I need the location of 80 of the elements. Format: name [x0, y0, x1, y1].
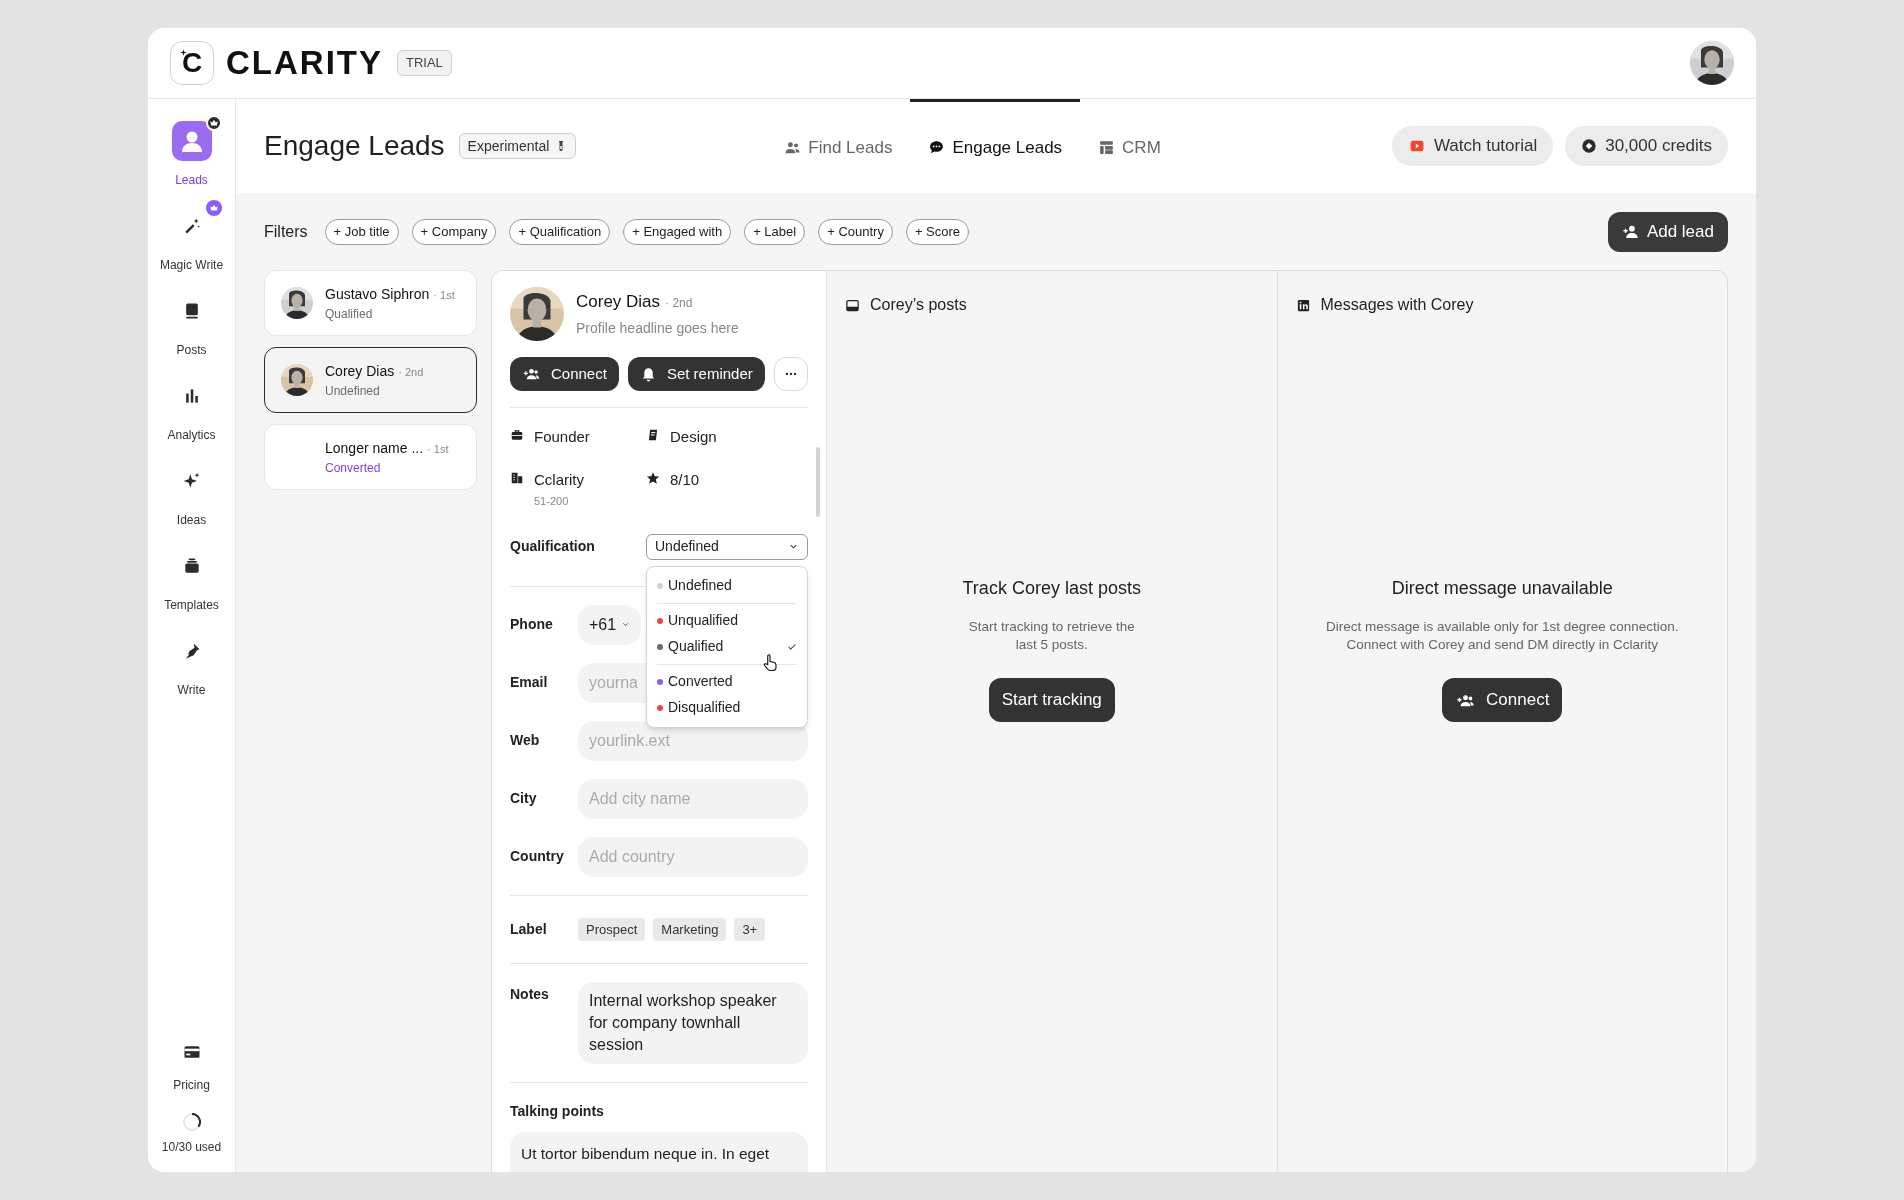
credits-button[interactable]: 30,000 credits: [1565, 126, 1728, 166]
connection-degree: · 1st: [427, 441, 449, 457]
sidebar-item[interactable]: Posts: [149, 285, 234, 370]
nav-tab[interactable]: Find Leads: [766, 99, 911, 193]
filter-chip[interactable]: + Job title: [324, 218, 399, 245]
page-title: Engage Leads: [264, 129, 445, 163]
filter-chip[interactable]: + Company: [411, 218, 497, 245]
lead-card[interactable]: Corey Dias · 2nd Undefined: [264, 347, 477, 413]
usage-text: 10/30 used: [161, 1139, 222, 1156]
lead-card[interactable]: Longer name ... · 1st Converted: [264, 424, 477, 490]
reminder-button[interactable]: Set reminder: [627, 357, 765, 391]
start-tracking-button[interactable]: Start tracking: [988, 678, 1115, 722]
field-label: Web: [510, 731, 541, 750]
field-label: Phone: [510, 615, 554, 634]
field-label: City: [510, 789, 538, 808]
profile-headline: Profile headline goes here: [576, 319, 739, 339]
label-tag: 3+: [734, 917, 766, 941]
connection-degree: · 1st: [433, 287, 455, 303]
field-label: Email: [510, 673, 549, 692]
dropdown-option[interactable]: Disqualified: [657, 694, 797, 721]
profile-name: Corey Dias: [576, 290, 661, 313]
empty-state-title: Track Corey last posts: [962, 577, 1141, 600]
field-label: Qualification: [510, 537, 595, 556]
field-label: Country: [510, 847, 565, 866]
sidebar-item[interactable]: Ideas: [149, 455, 234, 540]
experimental-tag: Experimental: [458, 133, 577, 159]
section-label: Talking points: [510, 1102, 605, 1121]
sidebar-item[interactable]: Leads: [149, 115, 234, 200]
filters-label: Filters: [264, 221, 308, 242]
lead-status: Qualified: [325, 305, 374, 323]
nav-tab[interactable]: CRM: [1080, 99, 1179, 193]
country-code-select[interactable]: +61: [578, 604, 642, 645]
dropdown-option[interactable]: Qualified: [657, 633, 797, 660]
connection-degree: · 2nd: [398, 364, 424, 380]
profile-fact: Cclarity: [534, 469, 584, 490]
pricing-link[interactable]: Pricing: [173, 1042, 210, 1094]
label-tag: Prospect: [578, 917, 646, 941]
connect-button[interactable]: Connect: [1442, 678, 1563, 722]
lead-name: Gustavo Siphron: [325, 284, 430, 304]
dropdown-option[interactable]: Unqualified: [657, 607, 797, 634]
lead-name: Corey Dias: [325, 361, 395, 381]
panel-title: Messages with Corey: [1320, 295, 1474, 315]
empty-state-text: Start tracking to retrieve the last 5 posts.: [967, 618, 1136, 654]
logo-text: CLARITY: [226, 43, 383, 84]
filter-chip[interactable]: + Score: [905, 218, 970, 245]
talking-points-box[interactable]: Ut tortor bibendum neque in. In eget: [510, 1132, 808, 1172]
field-label: Label: [510, 919, 548, 939]
lead-card[interactable]: Gustavo Siphron · 1st Qualified: [264, 270, 477, 336]
profile-fact: Design: [670, 427, 717, 447]
lead-status: Converted: [325, 459, 382, 477]
connection-degree: · 2nd: [665, 294, 693, 312]
input-field[interactable]: Add country: [578, 836, 808, 877]
empty-state-text: Direct message is available only for 1st degree connection. Connect with Corey and send DM directly in Cclarity: [1324, 618, 1680, 654]
tutorial-button[interactable]: Watch tutorial: [1391, 126, 1554, 166]
plan-badge: TRIAL: [397, 50, 452, 76]
add-lead-button[interactable]: Add lead: [1607, 211, 1728, 252]
dropdown-option[interactable]: Converted: [657, 668, 797, 695]
sidebar-item[interactable]: Templates: [149, 540, 234, 625]
company-size: 51-200: [534, 494, 570, 509]
qualification-select[interactable]: Undefined: [646, 533, 808, 560]
lead-name: Longer name ...: [325, 438, 424, 458]
empty-state-title: Direct message unavailable: [1391, 577, 1613, 600]
panel-title: Corey’s posts: [870, 295, 967, 315]
filter-chip[interactable]: + Engaged with: [623, 218, 732, 245]
dropdown-option[interactable]: Undefined: [657, 572, 797, 599]
filter-chip[interactable]: + Country: [818, 218, 893, 245]
label-tag: Marketing: [653, 917, 727, 941]
field-label: Notes: [510, 985, 550, 1004]
profile-fact: 8/10: [670, 469, 700, 490]
logo-mark: C: [170, 41, 214, 85]
sidebar-item[interactable]: Write: [149, 625, 234, 710]
lead-status: Undefined: [325, 382, 381, 400]
profile-fact: Founder: [534, 427, 590, 447]
sidebar-item[interactable]: Analytics: [149, 370, 234, 455]
input-field[interactable]: Add city name: [578, 778, 808, 819]
connect-button[interactable]: Connect: [510, 357, 619, 391]
filter-chip[interactable]: + Label: [744, 218, 806, 245]
notes-box[interactable]: Internal workshop speaker for company townhall session: [578, 982, 808, 1064]
filter-chip[interactable]: + Qualification: [509, 218, 611, 245]
sidebar-item[interactable]: Magic Write: [149, 200, 234, 285]
